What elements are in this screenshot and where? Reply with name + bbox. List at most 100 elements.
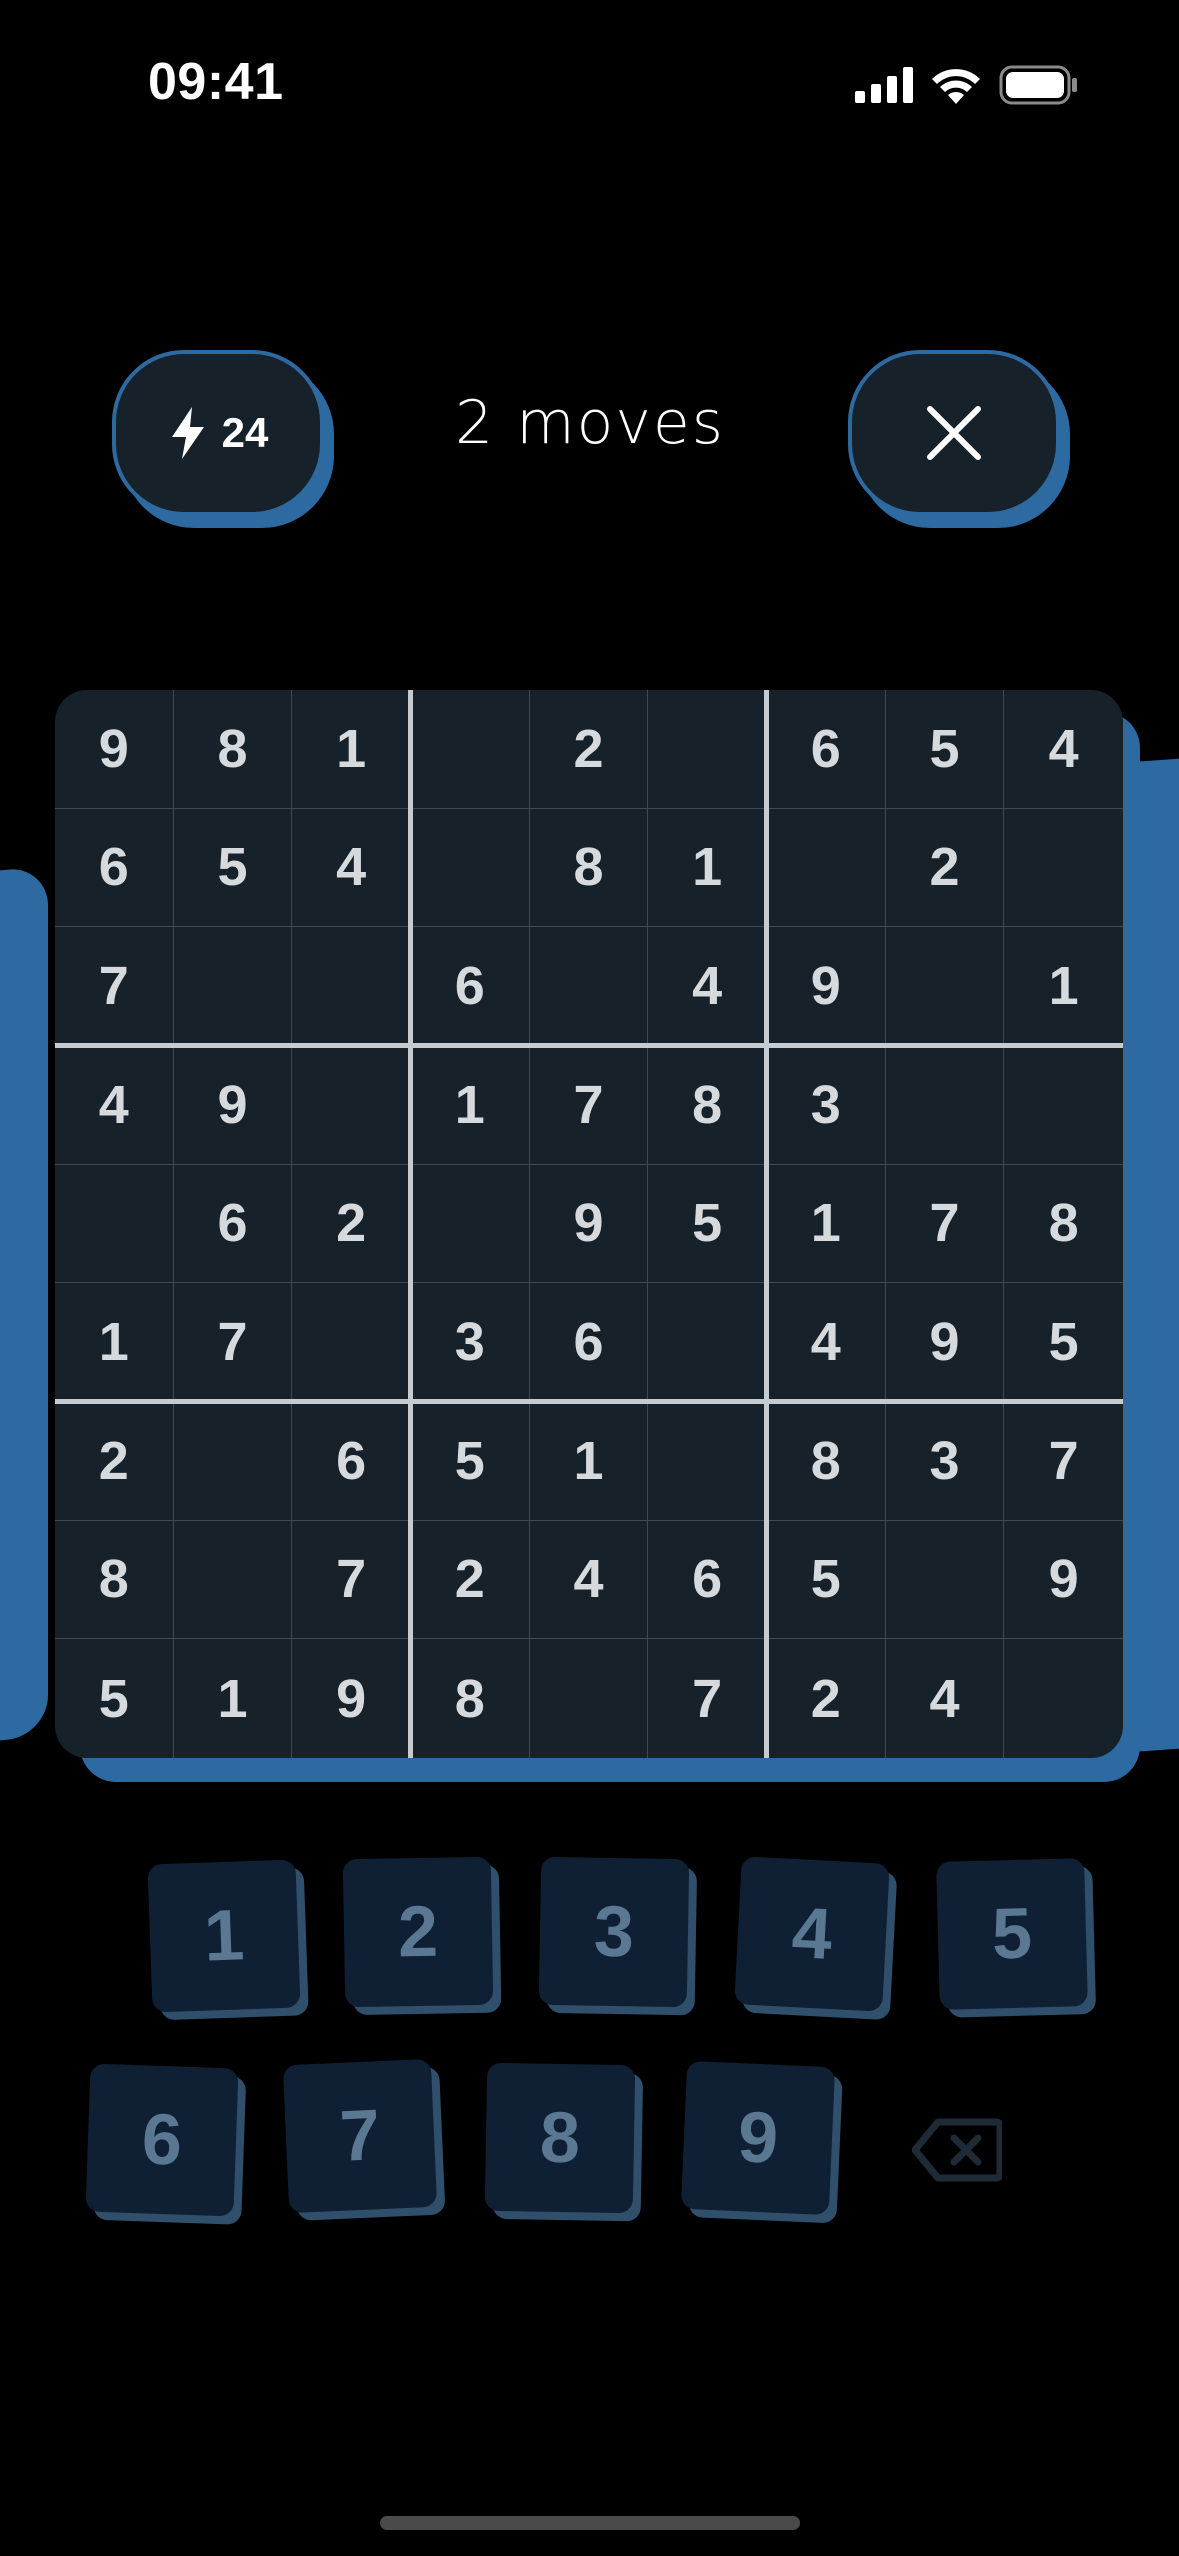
energy-button[interactable]: 24	[112, 350, 324, 516]
sudoku-cell[interactable]: 9	[885, 1283, 1005, 1402]
numpad-key-4[interactable]: 4	[734, 1856, 890, 2012]
close-button[interactable]	[848, 350, 1060, 516]
sudoku-cell[interactable]: 8	[1004, 1165, 1123, 1284]
sudoku-cell[interactable]: 5	[648, 1164, 767, 1284]
wifi-icon	[932, 69, 980, 104]
sudoku-cell[interactable]: 1	[410, 1045, 530, 1165]
box-divider-horizontal	[55, 1399, 1123, 1404]
sudoku-cell[interactable]: 3	[766, 1045, 886, 1165]
sudoku-cell[interactable]	[885, 927, 1005, 1046]
box-divider-vertical	[764, 690, 769, 1758]
sudoku-cell[interactable]: 2	[767, 1639, 886, 1758]
sudoku-cell[interactable]: 4	[1004, 690, 1123, 809]
sudoku-cell[interactable]: 6	[410, 927, 530, 1046]
sudoku-cell[interactable]: 6	[529, 1283, 649, 1402]
sudoku-cell[interactable]	[529, 927, 649, 1046]
sudoku-cell[interactable]	[1004, 1639, 1123, 1758]
sudoku-cell[interactable]: 4	[292, 808, 411, 928]
numpad-key-3[interactable]: 3	[538, 1856, 690, 2008]
sudoku-cell[interactable]: 2	[410, 1520, 530, 1640]
sudoku-cell[interactable]: 7	[648, 1639, 767, 1758]
sudoku-cell[interactable]: 6	[292, 1401, 411, 1521]
sudoku-cell[interactable]	[885, 1045, 1005, 1165]
numpad-key-2[interactable]: 2	[342, 1856, 494, 2008]
sudoku-cell[interactable]: 1	[174, 1639, 293, 1758]
status-icons	[855, 60, 1079, 110]
sudoku-cell[interactable]: 1	[55, 1283, 174, 1402]
sudoku-cell[interactable]: 6	[648, 1520, 767, 1640]
sudoku-cell[interactable]: 8	[529, 808, 649, 928]
sudoku-cell[interactable]: 9	[292, 1639, 411, 1758]
sudoku-cell[interactable]	[173, 1401, 293, 1521]
sudoku-cell[interactable]: 7	[529, 1045, 649, 1165]
sudoku-cell[interactable]: 1	[292, 690, 411, 809]
sudoku-cell[interactable]: 2	[55, 1401, 174, 1521]
sudoku-cell[interactable]	[766, 808, 886, 928]
sudoku-cell[interactable]	[410, 808, 530, 928]
sudoku-cell[interactable]	[648, 1283, 767, 1402]
sudoku-cell[interactable]	[292, 927, 411, 1046]
sudoku-cell[interactable]: 1	[648, 808, 767, 928]
sudoku-cell[interactable]: 5	[173, 808, 293, 928]
sudoku-cell[interactable]: 2	[885, 808, 1005, 928]
energy-count: 24	[221, 409, 269, 456]
sudoku-cell[interactable]: 1	[529, 1401, 649, 1521]
sudoku-cell[interactable]: 9	[173, 1045, 293, 1165]
sudoku-cell[interactable]: 4	[886, 1639, 1005, 1758]
sudoku-cell[interactable]: 7	[55, 927, 174, 1046]
sudoku-cell[interactable]: 8	[648, 1045, 767, 1165]
sudoku-cell[interactable]: 4	[529, 1520, 649, 1640]
sudoku-cell[interactable]	[885, 1520, 1005, 1640]
sudoku-cell[interactable]	[173, 927, 293, 1046]
sudoku-cell[interactable]: 7	[885, 1164, 1005, 1284]
numpad-key-6[interactable]: 6	[85, 2063, 239, 2217]
sudoku-cell[interactable]: 5	[55, 1639, 174, 1758]
sudoku-cell[interactable]	[648, 690, 767, 809]
sudoku-cell[interactable]: 1	[766, 1164, 886, 1284]
sudoku-cell[interactable]: 4	[648, 927, 767, 1046]
sudoku-cell[interactable]: 9	[1004, 1521, 1123, 1640]
sudoku-cell[interactable]: 2	[529, 690, 649, 809]
sudoku-cell[interactable]: 5	[766, 1520, 886, 1640]
sudoku-cell[interactable]: 7	[292, 1520, 411, 1640]
sudoku-cell[interactable]	[55, 1164, 174, 1284]
sudoku-cell[interactable]: 3	[410, 1283, 530, 1402]
sudoku-cell[interactable]: 7	[1004, 1402, 1123, 1521]
sudoku-cell[interactable]: 9	[55, 690, 174, 809]
box-divider-vertical	[408, 690, 413, 1758]
numpad-key-7[interactable]: 7	[282, 2058, 438, 2214]
sudoku-cell[interactable]: 9	[766, 927, 886, 1046]
sudoku-cell[interactable]: 1	[1004, 927, 1123, 1046]
sudoku-cell[interactable]	[410, 1164, 530, 1284]
sudoku-cell[interactable]: 6	[766, 690, 886, 809]
sudoku-cell[interactable]	[292, 1283, 411, 1402]
numpad-key-5[interactable]: 5	[936, 1858, 1088, 2010]
sudoku-cell[interactable]: 7	[173, 1283, 293, 1402]
sudoku-cell[interactable]: 3	[885, 1401, 1005, 1521]
numpad-key-9[interactable]: 9	[680, 2060, 836, 2216]
sudoku-cell[interactable]: 9	[529, 1164, 649, 1284]
sudoku-cell[interactable]: 5	[1004, 1283, 1123, 1402]
sudoku-cell[interactable]: 4	[55, 1045, 174, 1165]
sudoku-cell[interactable]	[1004, 1046, 1123, 1165]
sudoku-cell[interactable]: 6	[173, 1164, 293, 1284]
sudoku-cell[interactable]	[173, 1520, 293, 1640]
sudoku-cell[interactable]: 8	[55, 1520, 174, 1640]
sudoku-cell[interactable]: 8	[411, 1639, 530, 1758]
sudoku-cell[interactable]: 5	[885, 690, 1005, 809]
sudoku-cell[interactable]	[648, 1401, 767, 1521]
decorative-side-strip-left	[0, 865, 48, 1745]
sudoku-cell[interactable]: 2	[292, 1164, 411, 1284]
sudoku-cell[interactable]	[530, 1639, 649, 1758]
sudoku-cell[interactable]: 8	[173, 690, 293, 809]
numpad-key-8[interactable]: 8	[484, 2062, 636, 2214]
sudoku-cell[interactable]	[1004, 809, 1123, 928]
numpad-key-1[interactable]: 1	[147, 1859, 301, 2013]
sudoku-cell[interactable]	[292, 1045, 411, 1165]
sudoku-cell[interactable]: 4	[766, 1283, 886, 1402]
sudoku-cell[interactable]: 6	[55, 808, 174, 928]
sudoku-cell[interactable]	[410, 690, 530, 809]
sudoku-cell[interactable]: 5	[410, 1401, 530, 1521]
sudoku-cell[interactable]: 8	[766, 1401, 886, 1521]
backspace-button[interactable]	[911, 2118, 1004, 2182]
